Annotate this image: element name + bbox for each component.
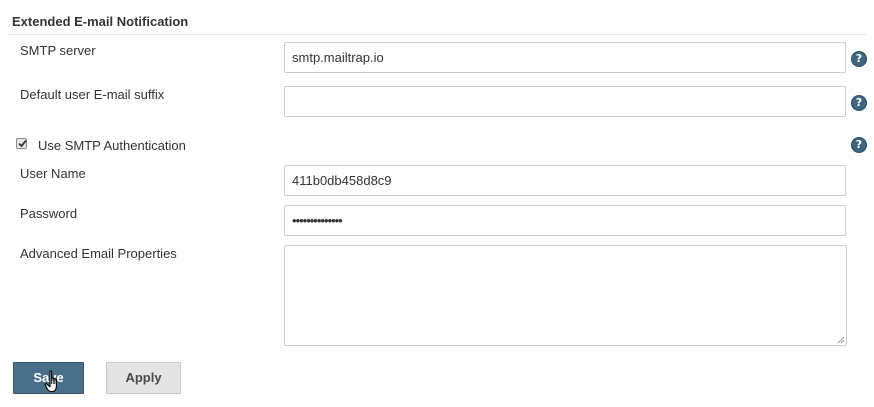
advanced-props-textarea[interactable] [284, 245, 847, 346]
user-name-input[interactable]: 411b0db458d8c9 [284, 165, 846, 196]
email-notification-form: Extended E-mail Notification SMTP server… [0, 0, 874, 407]
use-smtp-auth-checkbox[interactable] [16, 138, 27, 149]
email-suffix-input[interactable] [284, 86, 846, 117]
apply-button[interactable]: Apply [106, 362, 181, 394]
user-name-label: User Name [20, 166, 86, 181]
password-label: Password [20, 206, 78, 221]
section-divider [8, 34, 866, 35]
use-smtp-auth-label[interactable]: Use SMTP Authentication [38, 138, 186, 153]
password-input[interactable]: •••••••••••••• [284, 205, 846, 236]
email-suffix-label: Default user E-mail suffix [20, 87, 165, 102]
resize-grip-icon[interactable] [837, 336, 845, 344]
smtp-server-help-icon[interactable]: ? [851, 51, 867, 67]
section-title: Extended E-mail Notification [12, 14, 189, 29]
hand-pointer-cursor-icon [44, 370, 57, 393]
smtp-server-input[interactable]: smtp.mailtrap.io [284, 42, 846, 73]
checkmark-icon [18, 139, 27, 148]
smtp-server-label: SMTP server [20, 43, 96, 58]
advanced-props-label: Advanced Email Properties [20, 246, 177, 261]
smtp-auth-help-icon[interactable]: ? [851, 137, 867, 153]
email-suffix-help-icon[interactable]: ? [851, 95, 867, 111]
